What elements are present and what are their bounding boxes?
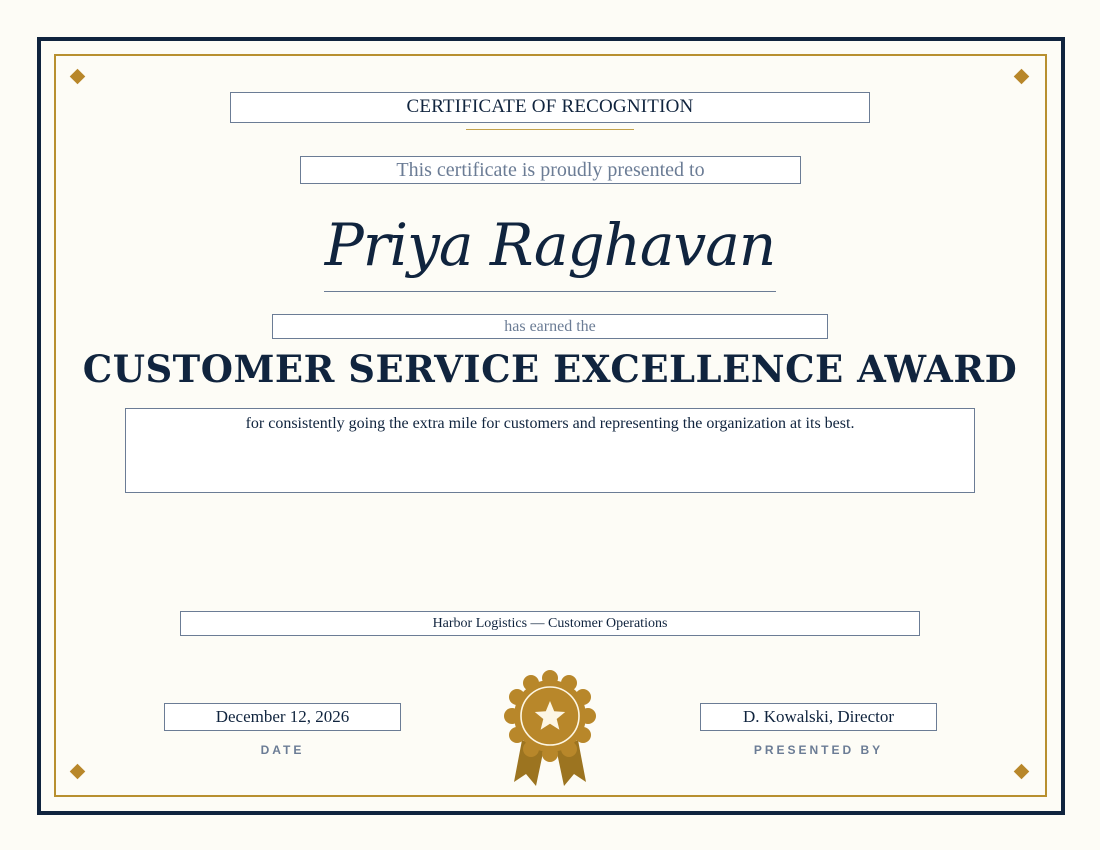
presented-to-field[interactable]: This certificate is proudly presented to <box>300 156 801 184</box>
presenter-caption: PRESENTED BY <box>753 743 884 757</box>
certificate-heading-field[interactable]: CERTIFICATE OF RECOGNITION <box>230 92 870 123</box>
presenter-field[interactable]: D. Kowalski, Director <box>700 703 937 731</box>
award-seal-icon <box>504 670 596 786</box>
reason-field[interactable]: for consistently going the extra mile fo… <box>125 408 975 493</box>
organization-field[interactable]: Harbor Logistics — Customer Operations <box>180 611 920 636</box>
heading-divider <box>466 129 634 130</box>
date-field[interactable]: December 12, 2026 <box>164 703 401 731</box>
award-title[interactable]: CUSTOMER SERVICE EXCELLENCE AWARD <box>60 338 1040 400</box>
recipient-name[interactable]: Priya Raghavan <box>300 200 800 290</box>
earned-text-field[interactable]: has earned the <box>272 314 828 339</box>
date-caption: DATE <box>260 743 305 757</box>
recipient-underline <box>324 291 776 292</box>
